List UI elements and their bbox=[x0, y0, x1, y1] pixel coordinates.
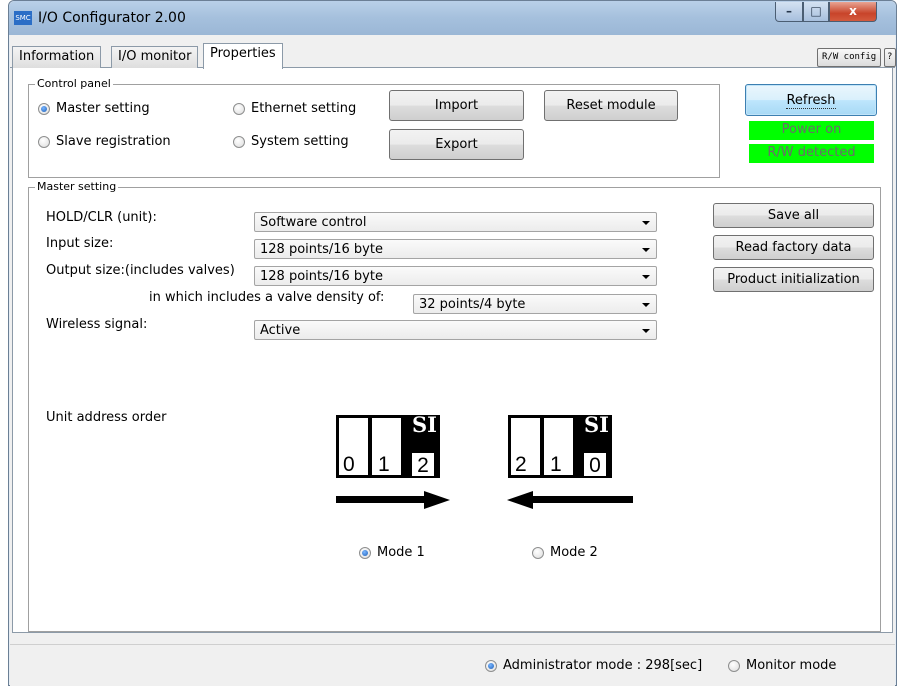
unit-number: 0 bbox=[343, 453, 355, 476]
valve-density-select[interactable]: 32 points/4 byte bbox=[413, 294, 657, 314]
hold-clr-label: HOLD/CLR (unit): bbox=[46, 210, 157, 225]
valve-density-label: in which includes a valve density of: bbox=[149, 290, 385, 305]
tab-strip: Information I/O monitor Properties R/W c… bbox=[10, 43, 896, 69]
ethernet-setting-label: Ethernet setting bbox=[251, 101, 357, 116]
radio-icon bbox=[38, 135, 50, 148]
tab-io-monitor[interactable]: I/O monitor bbox=[111, 46, 199, 68]
unit-address-order-label: Unit address order bbox=[46, 410, 167, 425]
app-icon: SMC bbox=[14, 11, 32, 25]
output-size-label: Output size:(includes valves) bbox=[46, 263, 235, 278]
unit-number: 1 bbox=[378, 453, 390, 476]
mode2-diagram: SI 2 1 0 bbox=[495, 407, 635, 519]
product-initialization-button[interactable]: Product initialization bbox=[713, 267, 874, 292]
master-setting-title: Master setting bbox=[35, 180, 119, 194]
client-area: Information I/O monitor Properties R/W c… bbox=[10, 35, 896, 686]
control-panel-group: Control panel Master setting Ethernet se… bbox=[28, 77, 720, 178]
si-label: SI bbox=[584, 412, 609, 437]
master-setting-group: Master setting HOLD/CLR (unit): Software… bbox=[28, 180, 881, 632]
arrow-right-icon bbox=[336, 496, 426, 503]
refresh-button[interactable]: Refresh bbox=[745, 84, 877, 116]
dropdown-arrow-icon bbox=[642, 221, 650, 225]
export-button[interactable]: Export bbox=[389, 129, 524, 160]
minimize-button[interactable]: – bbox=[775, 2, 803, 22]
radio-icon bbox=[532, 546, 544, 559]
properties-page: Control panel Master setting Ethernet se… bbox=[12, 68, 893, 633]
master-setting-label: Master setting bbox=[56, 101, 150, 116]
output-size-select[interactable]: 128 points/16 byte bbox=[254, 266, 657, 286]
dropdown-arrow-icon bbox=[642, 303, 650, 307]
hold-clr-select[interactable]: Software control bbox=[254, 212, 657, 232]
output-size-value: 128 points/16 byte bbox=[260, 269, 383, 284]
dropdown-arrow-icon bbox=[642, 275, 650, 279]
radio-icon bbox=[233, 102, 245, 115]
unit-number: 1 bbox=[550, 453, 562, 476]
unit-number: 2 bbox=[515, 453, 527, 476]
slave-registration-label: Slave registration bbox=[56, 134, 171, 149]
radio-icon bbox=[233, 135, 245, 148]
unit-number: 0 bbox=[582, 451, 608, 478]
system-setting-label: System setting bbox=[251, 134, 349, 149]
power-on-status: Power on bbox=[749, 121, 874, 140]
arrow-left-icon bbox=[531, 496, 633, 503]
mode1-diagram: SI 0 1 2 bbox=[323, 407, 463, 519]
tab-properties[interactable]: Properties bbox=[203, 43, 283, 69]
radio-selected-icon bbox=[485, 659, 497, 672]
wireless-signal-select[interactable]: Active bbox=[254, 320, 657, 340]
read-factory-data-button[interactable]: Read factory data bbox=[713, 235, 874, 260]
wireless-signal-value: Active bbox=[260, 323, 301, 338]
refresh-label: Refresh bbox=[786, 92, 836, 109]
title-bar[interactable]: SMC I/O Configurator 2.00 – □ x bbox=[9, 1, 896, 35]
administrator-mode-radio[interactable]: Administrator mode : 298[sec] bbox=[485, 658, 702, 673]
input-size-label: Input size: bbox=[46, 236, 114, 251]
monitor-mode-radio[interactable]: Monitor mode bbox=[728, 658, 836, 673]
ethernet-setting-radio[interactable]: Ethernet setting bbox=[233, 101, 356, 116]
input-size-select[interactable]: 128 points/16 byte bbox=[254, 239, 657, 259]
monitor-mode-label: Monitor mode bbox=[746, 658, 837, 673]
mode2-label: Mode 2 bbox=[550, 545, 598, 560]
unit-number: 2 bbox=[410, 451, 436, 478]
control-panel-title: Control panel bbox=[35, 77, 113, 91]
help-button[interactable]: ? bbox=[884, 48, 896, 67]
administrator-mode-label: Administrator mode : 298[sec] bbox=[503, 658, 703, 673]
reset-module-button[interactable]: Reset module bbox=[544, 90, 678, 121]
hold-clr-value: Software control bbox=[260, 215, 367, 230]
radio-selected-icon bbox=[38, 102, 50, 115]
system-setting-radio[interactable]: System setting bbox=[233, 134, 349, 149]
input-size-value: 128 points/16 byte bbox=[260, 242, 383, 257]
rw-config-button[interactable]: R/W config bbox=[817, 48, 882, 67]
save-all-button[interactable]: Save all bbox=[713, 203, 874, 228]
maximize-button[interactable]: □ bbox=[803, 2, 829, 22]
radio-icon bbox=[728, 659, 740, 672]
valve-density-value: 32 points/4 byte bbox=[419, 297, 526, 312]
slave-registration-radio[interactable]: Slave registration bbox=[38, 134, 171, 149]
status-bar: Administrator mode : 298[sec] Monitor mo… bbox=[10, 644, 895, 686]
si-label: SI bbox=[412, 412, 437, 437]
arrow-head-left-icon bbox=[507, 491, 533, 509]
app-window: SMC I/O Configurator 2.00 – □ x Informat… bbox=[8, 0, 897, 686]
tab-information[interactable]: Information bbox=[12, 46, 102, 68]
arrow-head-right-icon bbox=[424, 491, 450, 509]
close-button[interactable]: x bbox=[829, 2, 877, 22]
mode1-radio[interactable]: Mode 1 bbox=[359, 545, 425, 560]
dropdown-arrow-icon bbox=[642, 248, 650, 252]
dropdown-arrow-icon bbox=[642, 329, 650, 333]
radio-selected-icon bbox=[359, 546, 371, 559]
master-setting-radio[interactable]: Master setting bbox=[38, 101, 150, 116]
window-title: I/O Configurator 2.00 bbox=[38, 10, 186, 26]
mode2-radio[interactable]: Mode 2 bbox=[532, 545, 598, 560]
mode1-label: Mode 1 bbox=[377, 545, 425, 560]
import-button[interactable]: Import bbox=[389, 90, 524, 121]
rw-detected-status: R/W detected bbox=[749, 144, 874, 163]
wireless-signal-label: Wireless signal: bbox=[46, 317, 148, 332]
